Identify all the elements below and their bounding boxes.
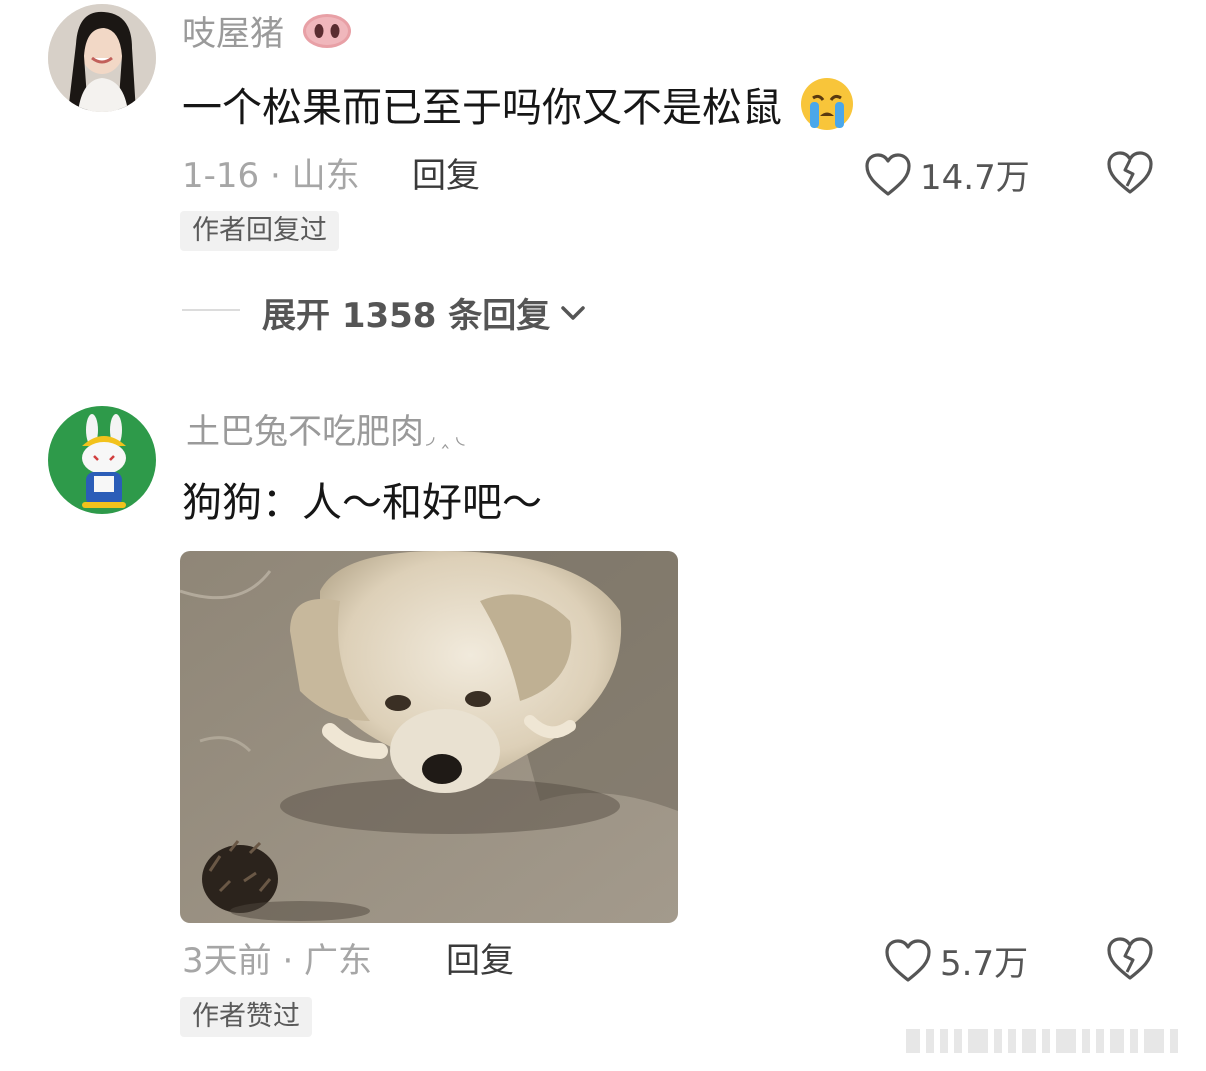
like-count: 5.7万 [940, 944, 1029, 984]
pig-nose-emoji-icon [301, 12, 353, 59]
author-liked-tag: 作者赞过 [180, 997, 312, 1037]
reply-button[interactable]: 回复 [446, 941, 514, 981]
broken-heart-icon [1106, 151, 1154, 200]
comment-username[interactable]: 土巴兔不吃肥肉◞ ‸ ◟ [186, 412, 464, 457]
username-text: 土巴兔不吃肥肉 [186, 412, 424, 452]
dislike-button[interactable] [1106, 150, 1154, 198]
heart-icon [884, 938, 932, 984]
username-kaomoji: ◞ ‸ ◟ [426, 424, 465, 449]
dog-and-pinecone-photo[interactable] [180, 551, 678, 923]
comment-text-content: 一个松果而已至于吗你又不是松鼠 [182, 85, 782, 131]
crying-face-emoji-icon [799, 76, 855, 144]
avatar[interactable] [48, 4, 156, 112]
broken-heart-icon [1106, 937, 1154, 986]
chevron-down-icon [560, 304, 586, 322]
comment-username[interactable]: 吱屋猪 [182, 12, 353, 59]
comment-item: 土巴兔不吃肥肉◞ ‸ ◟ 狗狗：人～和好吧～ 3天前 · 广东 回复 5.7万 … [0, 400, 1206, 1060]
expand-replies-button[interactable]: 展开 1358 条回复 [262, 288, 586, 337]
username-text: 吱屋猪 [182, 14, 284, 54]
avatar[interactable] [48, 406, 156, 514]
heart-icon [864, 152, 912, 198]
comment-date-location: 3天前 · 广东 [182, 941, 373, 981]
reply-button[interactable]: 回复 [412, 156, 480, 196]
dislike-button[interactable] [1106, 936, 1154, 984]
watermark-bar [906, 1026, 1196, 1056]
author-replied-tag: 作者回复过 [180, 211, 339, 251]
comment-date-location: 1-16 · 山东 [182, 156, 360, 196]
like-button[interactable]: 5.7万 [884, 936, 1028, 985]
comment-text: 一个松果而已至于吗你又不是松鼠 [182, 76, 855, 144]
comment-item: 吱屋猪 一个松果而已至于吗你又不是松鼠 1-16 · 山东 回复 14.7万 作… [0, 0, 1206, 360]
expand-divider [182, 309, 240, 311]
like-count: 14.7万 [920, 158, 1030, 198]
like-button[interactable]: 14.7万 [864, 150, 1030, 199]
comment-text: 狗狗：人～和好吧～ [182, 480, 542, 526]
expand-replies-label: 展开 1358 条回复 [262, 296, 551, 336]
